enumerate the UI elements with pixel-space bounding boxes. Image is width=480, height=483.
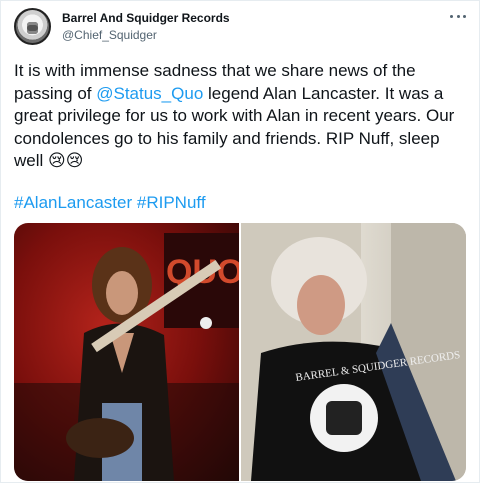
hashtags: #AlanLancaster #RIPNuff [14, 192, 206, 214]
bassist-photo-illustration: QUO [14, 233, 239, 481]
avatar[interactable] [14, 8, 51, 45]
photo-alan-lancaster-tshirt[interactable]: BARREL & SQUIDGER RECORDS [241, 223, 466, 481]
barrel-logo-icon [27, 22, 38, 34]
tweet-text: It is with immense sadness that we share… [14, 60, 469, 173]
crying-face-emoji: 😢😢 [48, 151, 84, 170]
mention-link[interactable]: @Status_Quo [96, 84, 203, 103]
hashtag-ripnuff[interactable]: #RIPNuff [137, 193, 206, 212]
media-grid: QUO BARREL & S [14, 223, 466, 481]
tweet-card: Barrel And Squidger Records @Chief_Squid… [0, 0, 480, 483]
more-options-icon[interactable] [450, 8, 466, 24]
author-handle[interactable]: @Chief_Squidger [62, 28, 157, 42]
photo-alan-lancaster-with-bass[interactable]: QUO [14, 223, 239, 481]
tshirt-photo-illustration: BARREL & SQUIDGER RECORDS [241, 223, 466, 481]
hashtag-alanlancaster[interactable]: #AlanLancaster [14, 193, 132, 212]
author-name[interactable]: Barrel And Squidger Records [62, 11, 230, 25]
